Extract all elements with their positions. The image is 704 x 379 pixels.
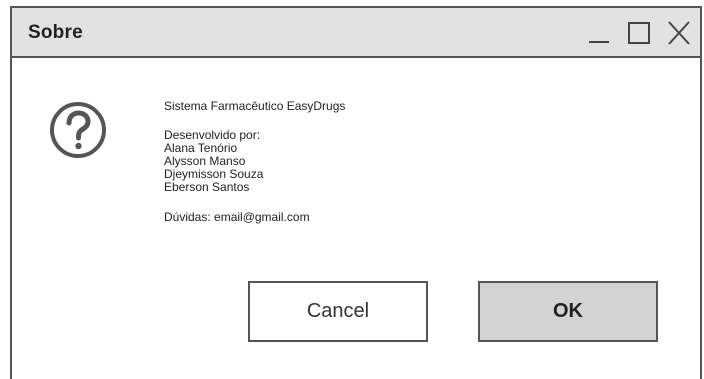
ok-button[interactable]: OK [478,281,658,342]
about-info: Sistema Farmacêutico EasyDrugs Desenvolv… [164,100,345,224]
minimize-button[interactable] [586,21,612,45]
app-name: Sistema Farmacêutico EasyDrugs [164,99,346,113]
developer-name: Eberson Santos [164,180,250,194]
maximize-icon [628,22,650,44]
about-dialog: Sobre Sistema Farmacêutico EasyDrugs Des… [10,6,702,379]
maximize-button[interactable] [626,21,652,45]
close-button[interactable] [666,21,692,45]
title-bar: Sobre [12,8,700,58]
dialog-title: Sobre [28,22,83,43]
close-icon [668,21,690,45]
developer-list: Alana Tenório Alysson Manso Djeymisson S… [164,142,345,194]
minimize-icon [589,41,609,43]
contact-text: Dúvidas: email@gmail.com [164,210,310,224]
cancel-button[interactable]: Cancel [248,281,428,342]
help-question-icon [50,102,106,158]
